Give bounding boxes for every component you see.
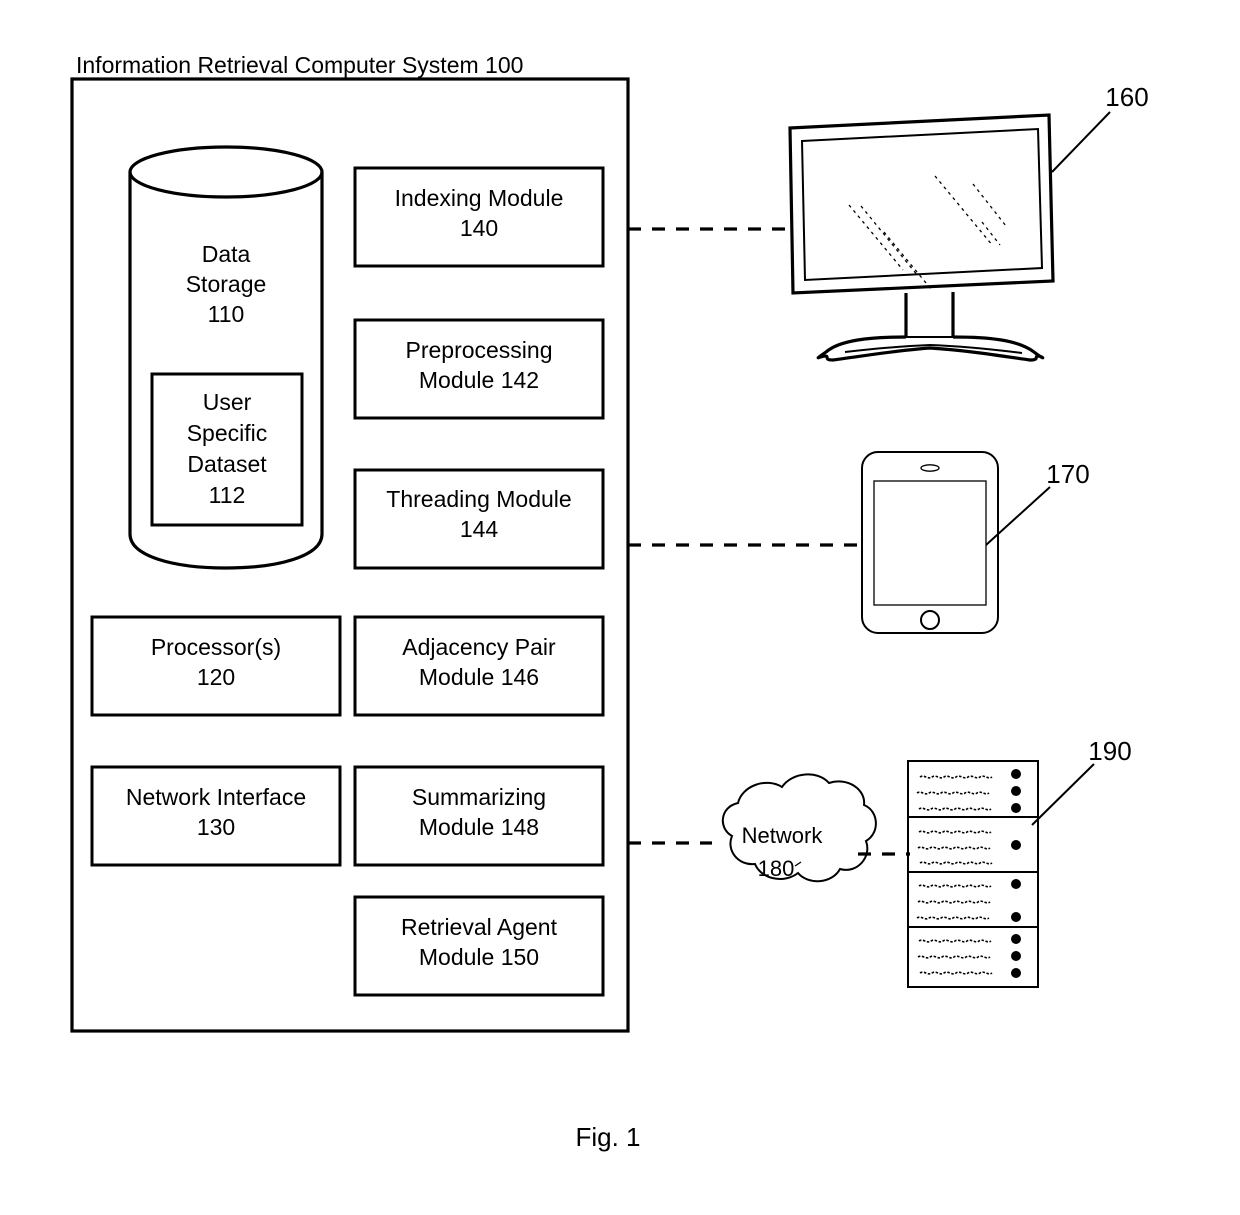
- tablet-home-button[interactable]: [920, 610, 940, 630]
- indexing-module-label-line2: 140: [460, 215, 498, 241]
- server-led: [1011, 968, 1021, 978]
- system-title: Information Retrieval Computer System 10…: [76, 52, 523, 78]
- indexing-module-box-group: Indexing Module 140: [353, 166, 605, 268]
- summarizing-module-label-line1: Summarizing: [412, 784, 546, 810]
- server-unit-4: [917, 934, 1021, 978]
- dataset-label-line2: Specific: [187, 420, 268, 446]
- dataset-label-line1: User: [203, 389, 252, 415]
- tablet-camera-icon: [920, 464, 940, 472]
- processor-box-group: Processor(s) 120: [90, 615, 342, 717]
- network-cloud: Network 180: [722, 773, 877, 883]
- summarizing-module-label-line2: Module 148: [419, 814, 539, 840]
- processor-label-line2: 120: [197, 664, 235, 690]
- storage-label-line1: Data: [202, 241, 251, 267]
- server-led: [1011, 879, 1021, 889]
- server-led: [1011, 803, 1021, 813]
- leader-line-monitor: [1051, 111, 1111, 173]
- server-led: [1011, 840, 1021, 850]
- server-led: [1011, 912, 1021, 922]
- server-unit-1: [916, 769, 1021, 813]
- server-rack: 190: [907, 736, 1132, 988]
- threading-module-box-group: Threading Module 144: [353, 468, 605, 570]
- figure-page: Information Retrieval Computer System 10…: [0, 0, 1240, 1215]
- adjacency-pair-module-label-line2: Module 146: [419, 664, 539, 690]
- preprocessing-module-label-line1: Preprocessing: [405, 337, 552, 363]
- patent-figure: Information Retrieval Computer System 10…: [70, 52, 1149, 1152]
- ref-number-monitor: 160: [1105, 82, 1148, 112]
- storage-label-line3: 110: [208, 301, 245, 327]
- summarizing-module-box-group: Summarizing Module 148: [353, 765, 605, 867]
- server-unit-3: [916, 879, 1021, 922]
- tablet-body: [861, 451, 999, 634]
- figure-caption: Fig. 1: [575, 1122, 640, 1152]
- server-led: [1011, 951, 1021, 961]
- adjacency-pair-module-box-group: Adjacency Pair Module 146: [353, 615, 605, 717]
- server-unit-2: [917, 830, 1021, 865]
- ref-number-tablet: 170: [1046, 459, 1089, 489]
- processor-label-line1: Processor(s): [151, 634, 281, 660]
- monitor-device: 160: [788, 82, 1149, 362]
- network-label-line2: 180: [758, 856, 795, 881]
- data-storage-cylinder: Data Storage 110 User Specific Dataset 1…: [128, 145, 324, 570]
- server-led: [1011, 934, 1021, 944]
- tablet-device: 170: [861, 451, 1090, 634]
- storage-label-line2: Storage: [186, 271, 267, 297]
- network-interface-box-group: Network Interface 130: [90, 765, 342, 867]
- adjacency-pair-module-label-line1: Adjacency Pair: [402, 634, 556, 660]
- server-led: [1011, 786, 1021, 796]
- threading-module-label-line2: 144: [460, 516, 499, 542]
- retrieval-agent-module-label-line2: Module 150: [419, 944, 539, 970]
- threading-module-label-line1: Threading Module: [386, 486, 571, 512]
- server-led: [1011, 769, 1021, 779]
- dataset-label-line3: Dataset: [187, 451, 267, 477]
- preprocessing-module-label-line2: Module 142: [419, 367, 539, 393]
- indexing-module-label-line1: Indexing Module: [395, 185, 564, 211]
- network-interface-label-line2: 130: [197, 814, 235, 840]
- preprocessing-module-box-group: Preprocessing Module 142: [353, 318, 605, 420]
- tablet-screen: [873, 480, 987, 606]
- network-interface-label-line1: Network Interface: [126, 784, 306, 810]
- dataset-label-line4: 112: [209, 482, 246, 508]
- retrieval-agent-module-box-group: Retrieval Agent Module 150: [353, 895, 605, 997]
- leader-line-tablet: [985, 486, 1051, 546]
- screen-reflection-streaks: [848, 175, 1007, 290]
- network-label-line1: Network: [742, 823, 824, 848]
- retrieval-agent-module-label-line1: Retrieval Agent: [401, 914, 558, 940]
- ref-number-server: 190: [1088, 736, 1131, 766]
- leader-line-server: [1031, 763, 1095, 826]
